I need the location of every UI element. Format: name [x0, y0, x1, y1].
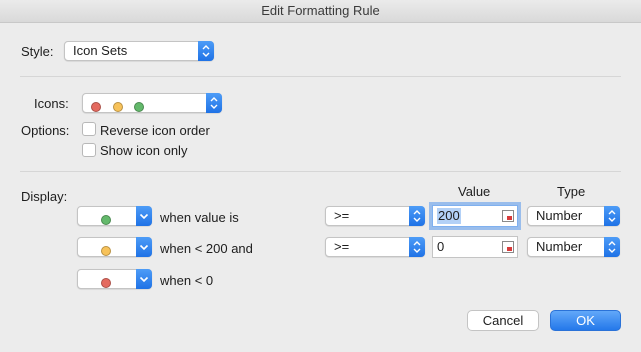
row3-condition: when < 0 — [160, 273, 214, 288]
row2-condition: when < 200 and — [160, 241, 253, 256]
style-popup-value: Icon Sets — [73, 43, 128, 58]
row1-condition: when value is — [160, 210, 239, 225]
row2-value-text: 0 — [437, 239, 445, 254]
show-icon-only-label: Show icon only — [100, 143, 188, 158]
reverse-icon-order-label: Reverse icon order — [100, 123, 210, 138]
icon-set-preview — [91, 98, 145, 113]
green-circle-icon — [101, 214, 111, 225]
updown-arrows-icon — [604, 237, 620, 257]
row1-value-field[interactable]: 200 — [432, 205, 518, 227]
yellow-circle-icon — [112, 101, 123, 112]
reverse-icon-order-checkbox[interactable] — [82, 122, 96, 136]
row3-icon-popup[interactable] — [77, 269, 152, 289]
red-circle-icon — [91, 101, 101, 112]
options-label: Options: — [21, 123, 70, 138]
cell-reference-icon[interactable] — [502, 210, 514, 222]
row2-operator-value: >= — [334, 239, 350, 254]
red-circle-icon — [101, 277, 111, 288]
display-label: Display: — [21, 189, 68, 204]
chevron-down-icon — [136, 237, 152, 257]
separator — [20, 171, 621, 172]
row1-icon-popup[interactable] — [77, 206, 152, 226]
row1-type-value: Number — [536, 208, 583, 223]
window-title: Edit Formatting Rule — [0, 0, 641, 23]
green-circle-icon — [134, 101, 145, 112]
cell-reference-icon[interactable] — [502, 241, 514, 253]
chevron-down-icon — [136, 269, 152, 289]
updown-arrows-icon — [206, 93, 222, 113]
updown-arrows-icon — [198, 41, 214, 61]
separator — [20, 76, 621, 77]
cancel-button[interactable]: Cancel — [467, 310, 539, 331]
row2-value-field[interactable]: 0 — [432, 236, 518, 258]
chevron-down-icon — [136, 206, 152, 226]
icon-set-popup[interactable] — [82, 93, 222, 113]
style-label: Style: — [21, 44, 54, 59]
row2-icon-popup[interactable] — [77, 237, 152, 257]
yellow-circle-icon — [101, 245, 111, 256]
style-popup[interactable]: Icon Sets — [64, 41, 214, 61]
row2-type-value: Number — [536, 239, 583, 254]
updown-arrows-icon — [409, 206, 425, 226]
row1-value-text: 200 — [437, 208, 461, 224]
row2-operator-popup[interactable]: >= — [325, 237, 425, 257]
row1-operator-value: >= — [334, 208, 350, 223]
edit-formatting-rule-dialog: Edit Formatting Rule Style: Icon Sets Ic… — [0, 0, 641, 352]
updown-arrows-icon — [604, 206, 620, 226]
updown-arrows-icon — [409, 237, 425, 257]
row2-type-popup[interactable]: Number — [527, 237, 620, 257]
type-column-header: Type — [557, 184, 586, 199]
icons-label: Icons: — [34, 96, 69, 111]
row1-type-popup[interactable]: Number — [527, 206, 620, 226]
value-column-header: Value — [458, 184, 491, 199]
row1-operator-popup[interactable]: >= — [325, 206, 425, 226]
ok-button[interactable]: OK — [550, 310, 621, 331]
show-icon-only-checkbox[interactable] — [82, 143, 96, 157]
